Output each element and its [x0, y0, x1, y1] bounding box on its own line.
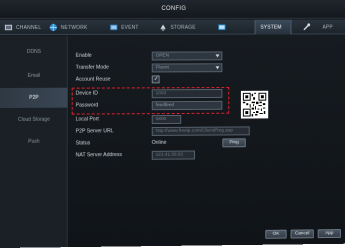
tools-icon — [302, 23, 311, 32]
sidebar-item-p2p[interactable]: P2P — [0, 87, 68, 108]
network-icon — [49, 23, 58, 32]
nat-server-address-field[interactable]: 121.41.58.82 — [151, 150, 195, 160]
tab-network[interactable]: NETWORK — [49, 20, 88, 35]
storage-icon — [159, 23, 168, 32]
title-bar: CONFIG — [0, 0, 345, 19]
sidebar-item-ddns[interactable]: DDNS — [0, 42, 68, 62]
p2p-server-url-field[interactable]: http://www.freeip.com/Client/Reg.asp — [151, 126, 250, 136]
tab-app[interactable]: APP — [323, 20, 333, 35]
tab-system[interactable]: SYSTEM — [260, 20, 281, 35]
status-value: Online — [151, 139, 167, 146]
account-reuse-label: Account Reuse — [75, 76, 111, 83]
tab-channel[interactable]: CHANNEL — [4, 20, 41, 35]
event-icon — [109, 23, 118, 32]
window-title: CONFIG — [161, 5, 187, 12]
password-label: Password — [75, 102, 99, 109]
local-port-field[interactable]: 5800 — [151, 114, 182, 125]
nat-server-address-label: NAT Server Address — [75, 152, 122, 159]
enable-select[interactable]: OPEN — [151, 51, 223, 61]
chevron-down-icon — [215, 66, 220, 70]
device-id-field[interactable]: 1003 — [151, 89, 223, 99]
tab-tools[interactable] — [302, 20, 311, 35]
status-label: Status — [75, 140, 91, 147]
system-icon — [217, 23, 226, 32]
qr-code — [240, 90, 269, 119]
account-reuse-checkbox[interactable]: ✓ — [151, 75, 160, 84]
config-window: CONFIG CHANNEL NETWORK EVENT STORAGE SYS… — [0, 0, 345, 248]
transfer-mode-select[interactable]: Fluent — [151, 63, 223, 73]
chevron-down-icon — [215, 54, 220, 58]
password-field[interactable]: feedfeed — [151, 100, 223, 111]
sidebar-item-push[interactable]: Push — [0, 132, 68, 152]
sidebar-item-email[interactable]: Email — [0, 66, 68, 86]
cancel-button[interactable]: Cancel — [290, 229, 314, 239]
checkmark-icon: ✓ — [153, 76, 159, 83]
tab-bar: CHANNEL NETWORK EVENT STORAGE SYSTEM APP — [0, 19, 345, 35]
transfer-mode-label: Transfer Mode — [75, 64, 109, 71]
p2p-server-url-label: P2P Server URL — [75, 128, 114, 135]
sidebar: DDNS Email P2P Cloud Storage Push — [0, 35, 68, 248]
channel-icon — [4, 23, 13, 32]
device-id-label: Device ID — [75, 90, 98, 97]
apply-button[interactable]: App — [317, 229, 341, 239]
p2p-settings-panel: Enable OPEN Transfer Mode Fluent Account… — [69, 35, 345, 247]
tab-storage[interactable]: STORAGE — [159, 20, 196, 35]
tab-system-icon-slot[interactable] — [217, 20, 226, 35]
local-port-label: Local Port — [75, 116, 99, 123]
tab-event[interactable]: EVENT — [109, 20, 139, 35]
ping-button[interactable]: Ping — [222, 138, 246, 148]
sidebar-item-cloud-storage[interactable]: Cloud Storage — [0, 110, 68, 130]
ok-button[interactable]: OK — [265, 229, 287, 239]
enable-label: Enable — [75, 52, 92, 59]
